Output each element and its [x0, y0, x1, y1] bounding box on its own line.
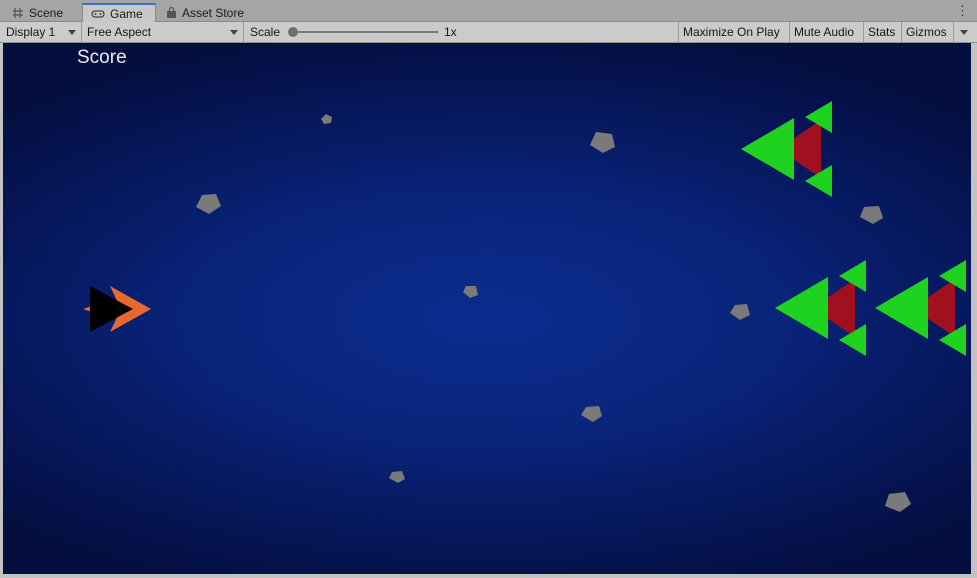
gamepad-icon: [91, 9, 105, 19]
asteroid: [885, 492, 911, 512]
asteroid: [581, 406, 602, 422]
maximize-on-play-toggle[interactable]: Maximize On Play: [678, 22, 790, 42]
tab-scene[interactable]: Scene: [4, 3, 71, 22]
scale-label: Scale: [250, 25, 281, 39]
asteroid: [389, 471, 405, 483]
game-scene: [83, 101, 966, 512]
chevron-down-icon: [960, 30, 968, 35]
asteroid: [321, 114, 332, 124]
aspect-dropdown-label: Free Aspect: [87, 25, 152, 39]
asteroid: [196, 194, 221, 214]
asteroid: [860, 206, 883, 224]
chevron-down-icon: [68, 30, 76, 35]
enemy-ship: [875, 260, 966, 356]
gizmos-dropdown[interactable]: [954, 22, 974, 42]
tab-game-label: Game: [110, 6, 143, 21]
display-dropdown-label: Display 1: [6, 25, 56, 39]
asteroid: [463, 286, 478, 298]
gizmos-toggle[interactable]: Gizmos: [902, 22, 954, 42]
tab-bar: Scene Game Asset Store ⋮: [0, 0, 977, 22]
tab-game[interactable]: Game: [82, 3, 156, 22]
asteroid: [590, 132, 615, 153]
game-viewport[interactable]: Score: [3, 43, 971, 574]
more-options-icon[interactable]: ⋮: [956, 4, 969, 18]
scale-slider-track[interactable]: [293, 31, 438, 33]
stats-toggle[interactable]: Stats: [864, 22, 902, 42]
tab-asset-store[interactable]: Asset Store: [158, 3, 252, 22]
enemy-ship: [741, 101, 832, 197]
game-toolbar: Display 1 Free Aspect Scale 1x Maximize …: [0, 22, 977, 43]
scale-value: 1x: [444, 25, 457, 39]
asteroid: [730, 304, 750, 320]
grid-icon: [12, 7, 24, 19]
scale-slider-handle[interactable]: [288, 27, 298, 37]
player-ship: [83, 286, 151, 332]
player-body: [90, 286, 133, 332]
mute-audio-toggle[interactable]: Mute Audio: [790, 22, 864, 42]
enemy-ship: [775, 260, 866, 356]
display-dropdown[interactable]: Display 1: [2, 22, 82, 42]
aspect-dropdown[interactable]: Free Aspect: [83, 22, 244, 42]
tab-asset-store-label: Asset Store: [182, 5, 245, 20]
chevron-down-icon: [230, 30, 238, 35]
shopping-bag-icon: [166, 6, 177, 19]
tab-scene-label: Scene: [29, 5, 64, 20]
